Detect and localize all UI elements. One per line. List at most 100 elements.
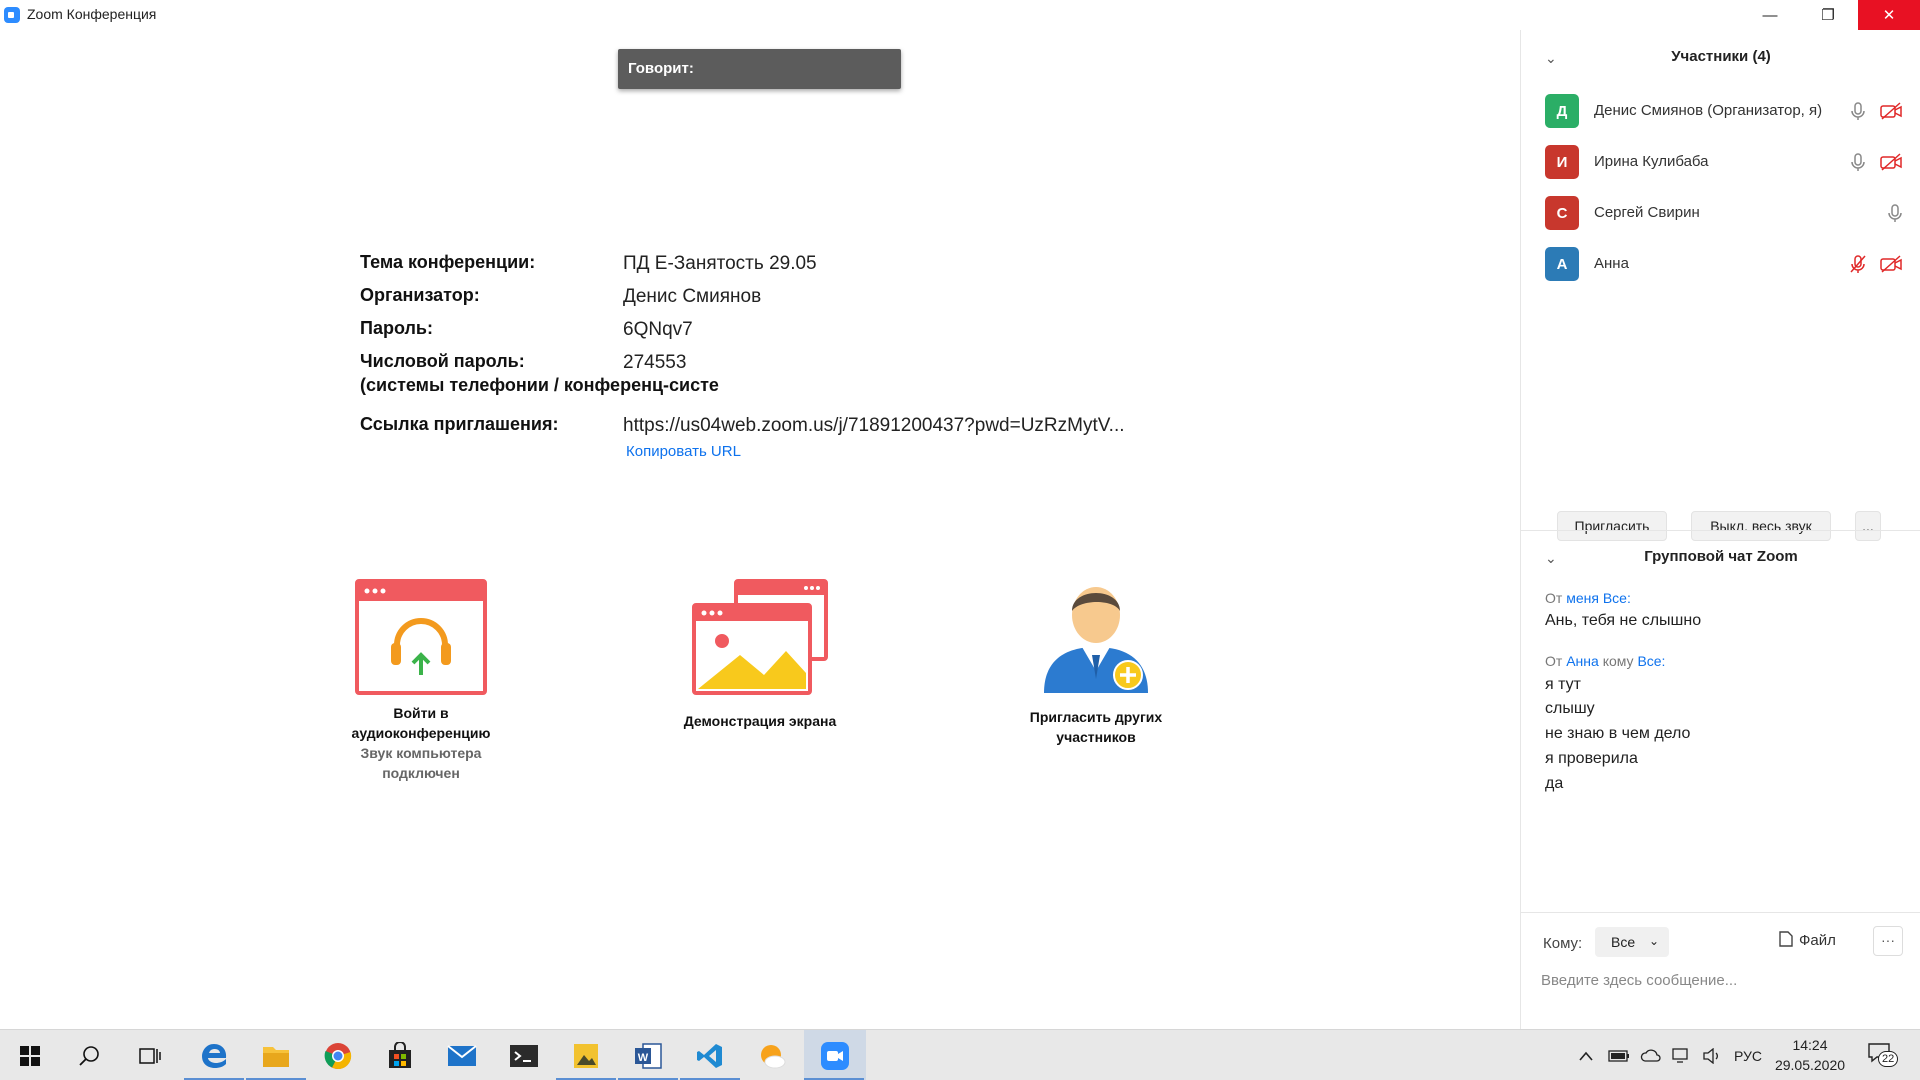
participant-row[interactable]: Д Денис Смиянов (Организатор, я) [1545,94,1905,132]
svg-text:W: W [638,1052,649,1064]
message-input[interactable] [1541,965,1901,995]
participant-row[interactable]: И Ирина Кулибаба [1545,145,1905,183]
chevron-up-icon[interactable] [1578,1050,1594,1062]
chat-message-meta: От меня Все: [1545,590,1631,606]
volume-icon[interactable] [1702,1047,1722,1064]
participant-row[interactable]: А Анна [1545,247,1905,285]
microphone-muted-icon[interactable] [1848,254,1868,274]
microphone-icon[interactable] [1848,101,1868,121]
numeric-password-value: 274553 [623,352,687,373]
topic-value: ПД Е-Занятость 29.05 [623,253,817,274]
participant-name: Ирина Кулибаба [1594,153,1709,170]
recipient-value: Все [1611,934,1636,950]
cloud-icon[interactable] [1640,1049,1662,1063]
chat-message-text: не знаю в чем дело [1545,725,1691,742]
file-button[interactable]: Файл [1779,931,1836,949]
vscode-button[interactable] [680,1030,740,1080]
avatar: И [1545,145,1579,179]
video-off-icon[interactable] [1879,152,1903,172]
participant-name: Денис Смиянов (Организатор, я) [1594,102,1823,119]
task-view-icon [139,1047,161,1064]
join-audio-tile[interactable]: Войти в аудиоконференцию Звук компьютера… [340,575,502,783]
invite-link-value: https://us04web.zoom.us/j/71891200437?pw… [623,415,1125,436]
mute-all-button[interactable]: Выкл. весь звук [1691,511,1831,541]
audio-headphones-icon [355,579,487,695]
terminal-button[interactable] [494,1030,554,1080]
chevron-down-icon: ⌄ [1648,934,1659,948]
sun-cloud-icon [761,1044,786,1068]
restore-button[interactable]: ❐ [1799,0,1857,30]
participants-title: Участники (4) [1671,48,1771,65]
clock[interactable]: 14:24 29.05.2020 [1765,1035,1855,1075]
notification-center-icon: 22 [1866,1042,1899,1069]
chat-title: Групповой чат Zoom [1644,548,1798,565]
image-app-icon [574,1043,598,1068]
chat-message-text: Ань, тебя не слышно [1545,612,1702,629]
add-participant-icon [1044,587,1148,693]
invite-link-label: Ссылка приглашения: [360,414,559,434]
input-language[interactable]: РУС [1734,1048,1762,1064]
microphone-icon[interactable] [1848,152,1868,172]
invite-others-tile[interactable]: Пригласить других участников [1010,575,1182,747]
password-label: Пароль: [360,318,433,338]
notifications-button[interactable]: 22 [1866,1030,1899,1080]
zoom-taskbar-button[interactable] [804,1030,866,1080]
system-tray: РУС [1578,1030,1762,1080]
speaking-indicator: Говорит: [618,49,901,89]
search-button[interactable] [60,1030,120,1080]
start-button[interactable] [0,1030,60,1080]
chat-message-meta: От Анна кому Все: [1545,653,1666,669]
video-off-icon[interactable] [1879,101,1903,121]
topic-label: Тема конференции: [360,252,536,272]
image-viewer-button[interactable] [556,1030,616,1080]
host-label: Организатор: [360,285,480,305]
file-icon [1779,931,1793,947]
participants-more-button[interactable]: ... [1855,511,1881,541]
video-off-icon[interactable] [1879,254,1903,274]
password-value: 6QNqv7 [623,319,693,340]
invite-button[interactable]: Пригласить [1557,511,1667,541]
windows-taskbar: W РУС 14:24 29.05.2020 22 [0,1029,1920,1080]
copy-url-link[interactable]: Копировать URL [626,443,741,460]
task-view-button[interactable] [120,1030,180,1080]
mail-icon [447,1044,477,1066]
chat-more-button[interactable]: ··· [1873,926,1903,956]
battery-icon[interactable] [1608,1049,1630,1062]
clock-date: 29.05.2020 [1774,1057,1846,1073]
notification-count: 22 [1878,1050,1899,1067]
audio-status: Звук компьютера подключен [360,745,482,781]
mail-button[interactable] [432,1030,492,1080]
close-button[interactable]: ✕ [1858,0,1920,30]
participant-name: Анна [1594,255,1629,272]
window-title: Zoom Конференция [27,6,157,22]
recipient-select[interactable]: Все ⌄ [1595,927,1669,957]
word-button[interactable]: W [618,1030,678,1080]
participant-row[interactable]: С Сергей Свирин [1545,196,1905,234]
chrome-button[interactable] [308,1030,368,1080]
avatar: С [1545,196,1579,230]
edge-browser-button[interactable] [184,1030,244,1080]
zoom-icon [821,1041,849,1070]
chat-message-text: я проверила [1545,750,1638,767]
windows-logo-icon [20,1045,40,1066]
chat-message-text: да [1545,775,1564,792]
recipient-label: Кому: [1543,935,1583,952]
edge-icon [202,1043,227,1068]
chrome-icon [324,1042,352,1069]
network-icon[interactable] [1672,1047,1692,1064]
file-explorer-button[interactable] [246,1030,306,1080]
vscode-icon [697,1043,722,1068]
share-screen-tile[interactable]: Демонстрация экрана [670,575,850,731]
share-screen-icon [692,579,828,695]
folder-icon [263,1046,289,1067]
numeric-password-label: Числовой пароль: [360,351,525,371]
chat-message-text: слышу [1545,700,1595,717]
store-bag-icon [389,1041,411,1068]
word-icon: W [635,1042,662,1069]
minimize-button[interactable]: — [1741,0,1799,30]
microphone-icon[interactable] [1885,203,1905,223]
store-button[interactable] [370,1030,430,1080]
zoom-logo-icon [4,7,20,23]
weather-app-button[interactable] [742,1030,802,1080]
avatar: А [1545,247,1579,281]
